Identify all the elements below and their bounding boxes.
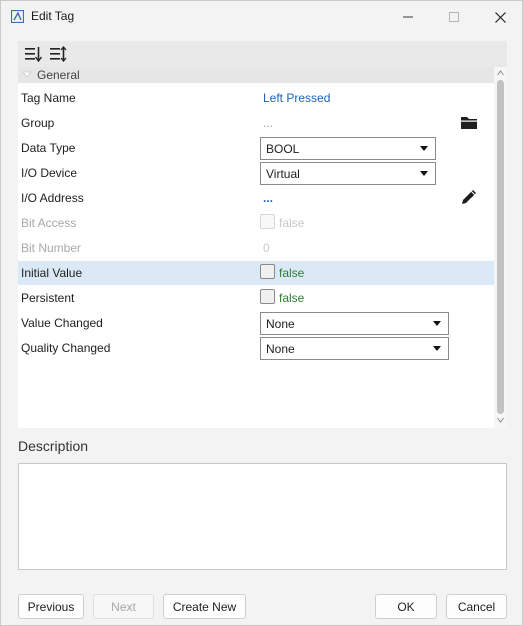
sort-alphabetical-button[interactable] [48,44,68,64]
description-textbox[interactable] [18,463,507,570]
quality-changed-select[interactable]: None [260,337,449,360]
row-persistent[interactable]: Persistent false [18,286,494,310]
sort-categorized-icon [24,47,42,62]
initial-value-checkbox[interactable] [260,264,275,279]
bit-access-checkbox [260,214,275,229]
row-io-address[interactable]: I/O Address ... [18,186,494,210]
folder-icon[interactable] [459,113,479,133]
category-label: General [37,68,80,82]
previous-button[interactable]: Previous [18,594,84,619]
io-device-value: Virtual [266,167,300,181]
close-icon [494,11,506,23]
io-address-value[interactable]: ... [263,191,273,205]
pencil-icon[interactable] [459,187,479,207]
persistent-label: Persistent [21,291,75,305]
row-value-changed[interactable]: Value Changed None [18,311,494,335]
description-label: Description [18,438,89,454]
property-grid-toolbar [18,41,507,67]
group-label: Group [21,116,55,130]
initial-value-label: Initial Value [21,266,83,280]
ok-button[interactable]: OK [375,594,437,619]
bit-access-label: Bit Access [21,216,77,230]
vertical-scrollbar[interactable] [494,67,507,428]
value-changed-select[interactable]: None [260,312,449,335]
data-type-label: Data Type [21,141,76,155]
row-data-type[interactable]: Data Type BOOL [18,136,494,160]
data-type-value: BOOL [266,142,300,156]
data-type-select[interactable]: BOOL [260,137,436,160]
tag-name-label: Tag Name [21,91,76,105]
minimize-icon [403,16,413,18]
scroll-up-icon[interactable] [497,70,504,76]
io-device-select[interactable]: Virtual [260,162,436,185]
bit-number-label: Bit Number [21,241,82,255]
value-changed-value: None [266,317,295,331]
collapse-arrow-icon[interactable] [23,71,31,79]
value-changed-label: Value Changed [21,316,103,330]
row-quality-changed[interactable]: Quality Changed None [18,336,494,360]
bit-number-value: 0 [263,241,270,255]
property-grid: General Tag Name Left Pressed Group ... … [18,67,507,428]
persistent-checkbox[interactable] [260,289,275,304]
group-value[interactable]: ... [263,116,273,130]
chevron-down-icon [420,146,428,151]
sort-alphabetical-icon [49,46,66,62]
persistent-value: false [279,291,305,305]
quality-changed-value: None [266,342,295,356]
io-address-label: I/O Address [21,191,84,205]
create-new-button[interactable]: Create New [163,594,246,619]
cancel-button[interactable]: Cancel [446,594,507,619]
chevron-down-icon [433,346,441,351]
chevron-down-icon [433,321,441,326]
close-button[interactable] [477,1,523,33]
scrollbar-thumb[interactable] [497,80,504,414]
tag-name-value[interactable]: Left Pressed [263,91,330,105]
category-general[interactable]: General [18,67,494,83]
scroll-down-icon[interactable] [497,417,504,423]
row-initial-value[interactable]: Initial Value false [18,261,494,285]
row-bit-access: Bit Access false [18,211,494,235]
maximize-button[interactable] [431,1,477,33]
row-group[interactable]: Group ... [18,111,494,135]
app-logo-icon [11,10,24,23]
edit-tag-dialog: Edit Tag General Tag Name Left Pressed G… [0,0,523,626]
initial-value-value: false [279,266,305,280]
sort-categorized-button[interactable] [23,44,43,64]
chevron-down-icon [420,171,428,176]
minimize-button[interactable] [385,1,431,33]
row-io-device[interactable]: I/O Device Virtual [18,161,494,185]
row-tag-name[interactable]: Tag Name Left Pressed [18,86,494,110]
maximize-icon [449,12,459,22]
bit-access-value: false [279,216,305,230]
window-title: Edit Tag [31,9,75,23]
next-button: Next [93,594,154,619]
row-bit-number: Bit Number 0 [18,236,494,260]
io-device-label: I/O Device [21,166,78,180]
title-bar[interactable]: Edit Tag [1,1,522,33]
quality-changed-label: Quality Changed [21,341,111,355]
